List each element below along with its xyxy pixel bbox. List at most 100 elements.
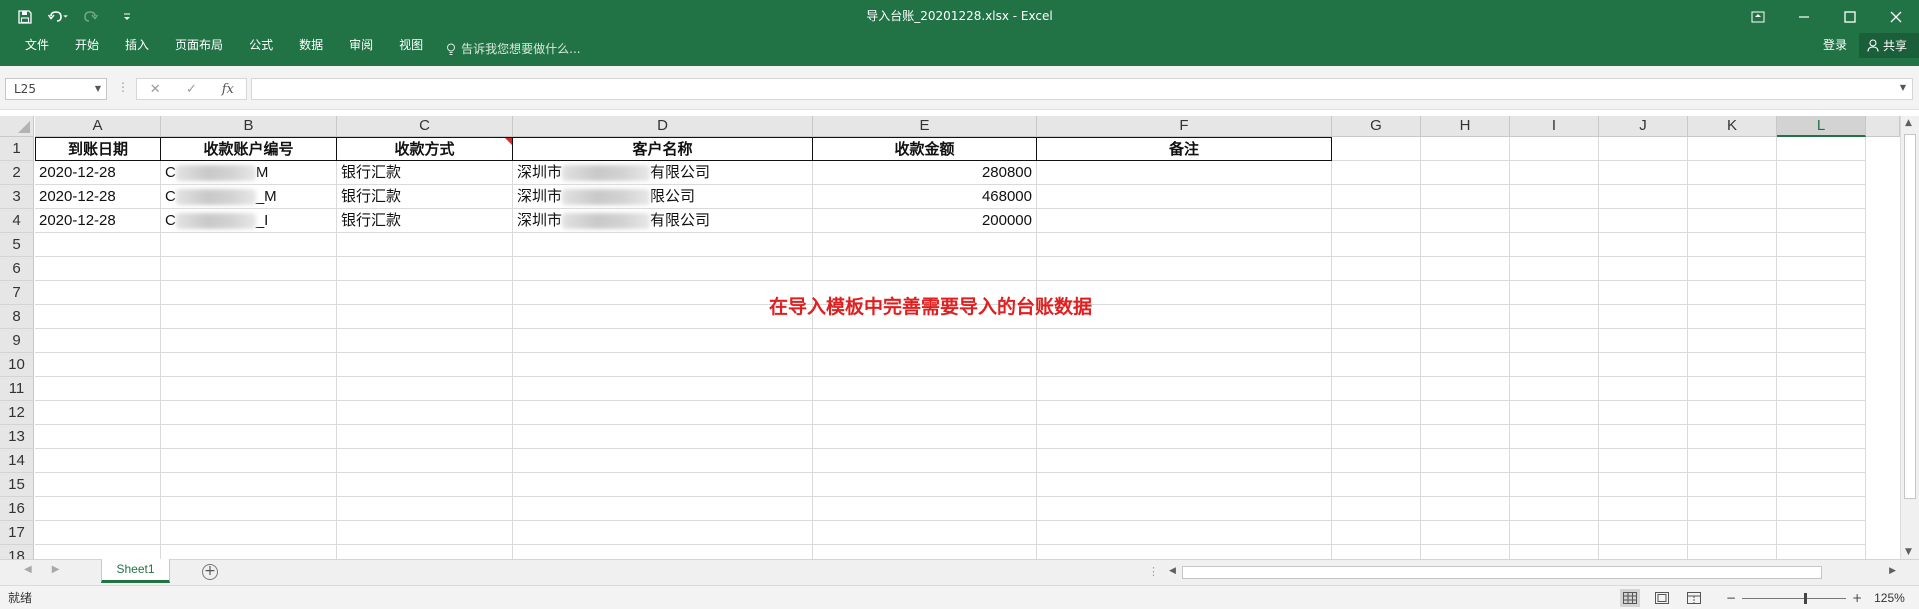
cell-d9[interactable] xyxy=(513,329,813,353)
zoom-out-icon[interactable]: − xyxy=(1726,591,1736,605)
cell-j17[interactable] xyxy=(1599,521,1688,545)
cell-d18[interactable] xyxy=(513,545,813,559)
formula-bar-resize-handle[interactable]: ⋮ xyxy=(117,80,129,94)
zoom-level[interactable]: 125% xyxy=(1874,591,1905,605)
cell-a18[interactable] xyxy=(35,545,161,559)
cell-j4[interactable] xyxy=(1599,209,1688,233)
cell-h2[interactable] xyxy=(1421,161,1510,185)
cell-c10[interactable] xyxy=(337,353,513,377)
cell-i5[interactable] xyxy=(1510,233,1599,257)
cell-j5[interactable] xyxy=(1599,233,1688,257)
column-header-e[interactable]: E xyxy=(813,116,1037,137)
cell-d12[interactable] xyxy=(513,401,813,425)
cell-f14[interactable] xyxy=(1037,449,1332,473)
column-header-h[interactable]: H xyxy=(1421,116,1510,137)
cell-i2[interactable] xyxy=(1510,161,1599,185)
cell-f5[interactable] xyxy=(1037,233,1332,257)
cell-h8[interactable] xyxy=(1421,305,1510,329)
cell-g18[interactable] xyxy=(1332,545,1421,559)
column-header-c[interactable]: C xyxy=(337,116,513,137)
header-cell-c[interactable]: 收款方式 xyxy=(337,137,513,161)
cell-h4[interactable] xyxy=(1421,209,1510,233)
cell-d8[interactable] xyxy=(513,305,813,329)
cell-c4[interactable]: 银行汇款 xyxy=(337,209,513,233)
scroll-left-icon[interactable]: ◀ xyxy=(1169,566,1176,576)
cell-h13[interactable] xyxy=(1421,425,1510,449)
column-header-b[interactable]: B xyxy=(161,116,337,137)
cell-a4[interactable]: 2020-12-28 xyxy=(35,209,161,233)
cell-i17[interactable] xyxy=(1510,521,1599,545)
cell-a5[interactable] xyxy=(35,233,161,257)
cell-a17[interactable] xyxy=(35,521,161,545)
cell-d11[interactable] xyxy=(513,377,813,401)
header-cell-b[interactable]: 收款账户编号 xyxy=(161,137,337,161)
cell-i8[interactable] xyxy=(1510,305,1599,329)
cell-d6[interactable] xyxy=(513,257,813,281)
cell-i12[interactable] xyxy=(1510,401,1599,425)
cell-i18[interactable] xyxy=(1510,545,1599,559)
row-header-8[interactable]: 8 xyxy=(0,305,34,329)
cell-a16[interactable] xyxy=(35,497,161,521)
scroll-down-icon[interactable]: ▼ xyxy=(1905,547,1912,557)
header-cell-d[interactable]: 客户名称 xyxy=(513,137,813,161)
cell-c15[interactable] xyxy=(337,473,513,497)
cell-h18[interactable] xyxy=(1421,545,1510,559)
cell-h15[interactable] xyxy=(1421,473,1510,497)
header-cell-f[interactable]: 备注 xyxy=(1037,137,1332,161)
cell-k15[interactable] xyxy=(1688,473,1777,497)
cell-f9[interactable] xyxy=(1037,329,1332,353)
cell-a14[interactable] xyxy=(35,449,161,473)
confirm-entry-button[interactable]: ✓ xyxy=(176,79,206,99)
cell-h1[interactable] xyxy=(1421,137,1510,161)
horizontal-scrollbar[interactable]: ◀ ▶ xyxy=(1168,565,1897,581)
cell-c3[interactable]: 银行汇款 xyxy=(337,185,513,209)
cell-j14[interactable] xyxy=(1599,449,1688,473)
cell-c14[interactable] xyxy=(337,449,513,473)
cell-l2[interactable] xyxy=(1777,161,1866,185)
cell-b12[interactable] xyxy=(161,401,337,425)
cell-j12[interactable] xyxy=(1599,401,1688,425)
cell-b15[interactable] xyxy=(161,473,337,497)
cell-d2[interactable]: 深圳市 有限公司 xyxy=(513,161,813,185)
cell-e2[interactable]: 280800 xyxy=(813,161,1037,185)
column-header-f[interactable]: F xyxy=(1037,116,1332,137)
cell-k12[interactable] xyxy=(1688,401,1777,425)
cell-i11[interactable] xyxy=(1510,377,1599,401)
cell-h10[interactable] xyxy=(1421,353,1510,377)
cell-k10[interactable] xyxy=(1688,353,1777,377)
cell-h7[interactable] xyxy=(1421,281,1510,305)
cell-h16[interactable] xyxy=(1421,497,1510,521)
cell-j10[interactable] xyxy=(1599,353,1688,377)
cell-j11[interactable] xyxy=(1599,377,1688,401)
cancel-entry-button[interactable]: ✕ xyxy=(140,79,170,99)
cell-g16[interactable] xyxy=(1332,497,1421,521)
cell-k6[interactable] xyxy=(1688,257,1777,281)
zoom-slider[interactable] xyxy=(1742,592,1847,604)
cell-l14[interactable] xyxy=(1777,449,1866,473)
cell-a2[interactable]: 2020-12-28 xyxy=(35,161,161,185)
cell-a13[interactable] xyxy=(35,425,161,449)
row-header-18[interactable]: 18 xyxy=(0,545,34,559)
cell-j8[interactable] xyxy=(1599,305,1688,329)
select-all-button[interactable] xyxy=(0,116,34,137)
cell-k4[interactable] xyxy=(1688,209,1777,233)
cell-g1[interactable] xyxy=(1332,137,1421,161)
cell-d7[interactable] xyxy=(513,281,813,305)
vertical-scrollbar[interactable]: ▲ ▼ xyxy=(1900,116,1919,559)
cell-g8[interactable] xyxy=(1332,305,1421,329)
cell-k13[interactable] xyxy=(1688,425,1777,449)
cell-i4[interactable] xyxy=(1510,209,1599,233)
cell-j7[interactable] xyxy=(1599,281,1688,305)
cell-b14[interactable] xyxy=(161,449,337,473)
tell-me-box[interactable]: 告诉我您想要做什么... xyxy=(436,33,581,66)
cell-k1[interactable] xyxy=(1688,137,1777,161)
new-sheet-button[interactable]: + xyxy=(202,564,218,580)
cell-f15[interactable] xyxy=(1037,473,1332,497)
tab-formulas[interactable]: 公式 xyxy=(236,33,286,66)
cell-k16[interactable] xyxy=(1688,497,1777,521)
cell-h9[interactable] xyxy=(1421,329,1510,353)
cell-g11[interactable] xyxy=(1332,377,1421,401)
zoom-slider-thumb[interactable] xyxy=(1804,592,1808,604)
row-header-10[interactable]: 10 xyxy=(0,353,34,377)
cell-i1[interactable] xyxy=(1510,137,1599,161)
